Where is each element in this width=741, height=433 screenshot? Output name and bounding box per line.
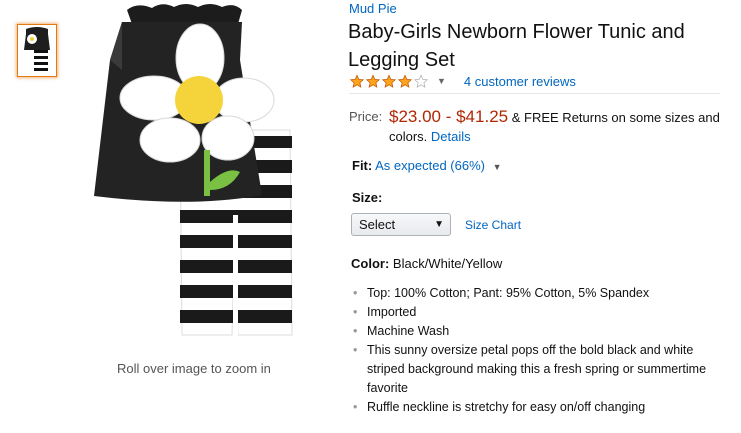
fit-row: Fit: As expected (66%) ▼ xyxy=(352,158,502,173)
size-label: Size: xyxy=(352,190,383,205)
color-value: Black/White/Yellow xyxy=(392,256,503,271)
brand-link[interactable]: Mud Pie xyxy=(349,1,397,16)
star-filled-icon xyxy=(381,73,397,88)
fit-label: Fit: xyxy=(352,158,373,173)
star-filled-icon xyxy=(365,73,381,88)
rating-row: ▼ 4 customer reviews xyxy=(349,72,576,90)
feature-bullet: Top: 100% Cotton; Pant: 95% Cotton, 5% S… xyxy=(351,284,721,303)
flower-tunic-legging-set-icon xyxy=(94,4,293,336)
main-product-image[interactable] xyxy=(92,0,302,345)
zoom-hint: Roll over image to zoom in xyxy=(117,361,271,376)
feature-bullet: Imported xyxy=(351,303,721,322)
feature-bullets: Top: 100% Cotton; Pant: 95% Cotton, 5% S… xyxy=(351,284,721,417)
size-select-value: Select xyxy=(359,217,396,232)
star-rating[interactable] xyxy=(349,73,429,89)
fit-value-link[interactable]: As expected (66%) xyxy=(375,158,485,173)
customer-reviews-link[interactable]: 4 customer reviews xyxy=(464,74,576,89)
feature-bullet: This sunny oversize petal pops off the b… xyxy=(351,341,721,398)
color-row: Color: Black/White/Yellow xyxy=(351,256,502,271)
size-select[interactable]: Select ▼ xyxy=(351,213,451,236)
feature-bullet: Ruffle neckline is stretchy for easy on/… xyxy=(351,398,721,417)
fit-dropdown-icon[interactable]: ▼ xyxy=(493,162,502,172)
product-thumbnail[interactable] xyxy=(17,24,57,77)
details-link[interactable]: Details xyxy=(431,129,471,144)
size-chart-link[interactable]: Size Chart xyxy=(465,218,521,232)
star-filled-icon xyxy=(397,73,413,88)
select-chevron-down-icon: ▼ xyxy=(434,219,444,230)
divider xyxy=(349,93,720,94)
feature-bullet: Machine Wash xyxy=(351,322,721,341)
price-label: Price: xyxy=(349,109,383,124)
thumbnail-image-icon xyxy=(18,25,56,76)
price-range: $23.00 - $41.25 xyxy=(389,107,509,126)
rating-dropdown-icon[interactable]: ▼ xyxy=(437,76,446,86)
product-title: Baby-Girls Newborn Flower Tunic and Legg… xyxy=(348,21,685,71)
star-filled-icon xyxy=(349,73,365,88)
star-empty-icon xyxy=(413,73,429,88)
color-label: Color: xyxy=(351,256,390,271)
